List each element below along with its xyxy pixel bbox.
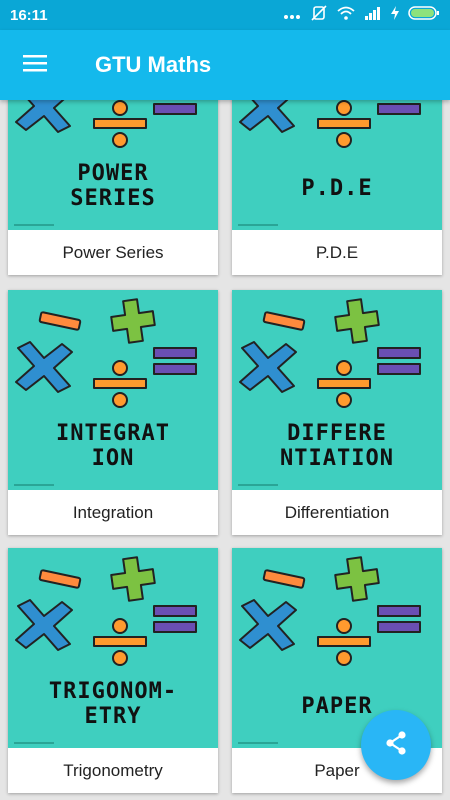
trigonometry-image: TRIGONOM- ETRY bbox=[8, 548, 218, 748]
share-icon bbox=[383, 730, 409, 761]
card-label: Trigonometry bbox=[63, 760, 163, 780]
charging-icon bbox=[391, 6, 399, 24]
pde-image: P.D.E bbox=[232, 100, 442, 230]
card-label: Power Series bbox=[62, 242, 164, 262]
svg-text:TRIGONOM-: TRIGONOM- bbox=[49, 679, 177, 704]
app-bar: GTU Maths bbox=[0, 30, 450, 100]
app-title: GTU Maths bbox=[95, 52, 212, 77]
power-series-image: POWER SERIES bbox=[8, 100, 218, 230]
menu-button[interactable] bbox=[0, 30, 70, 100]
hamburger-menu-icon bbox=[23, 54, 47, 77]
svg-text:NTIATION: NTIATION bbox=[280, 446, 394, 471]
differentiation-image: DIFFERE NTIATION bbox=[232, 290, 442, 490]
signal-icon bbox=[364, 6, 382, 24]
svg-text:P.D.E: P.D.E bbox=[301, 176, 372, 201]
topic-card-integration[interactable]: INTEGRAT ION Integration bbox=[8, 290, 218, 535]
topic-card-differentiation[interactable]: DIFFERE NTIATION Differentiation bbox=[232, 290, 442, 535]
svg-text:ION: ION bbox=[92, 446, 135, 471]
topic-grid: POWER SERIES Power Series P.D.E P.D.E INT… bbox=[0, 100, 450, 800]
topic-card-trigonometry[interactable]: TRIGONOM- ETRY Trigonometry bbox=[8, 548, 218, 793]
status-time: 16:11 bbox=[10, 6, 48, 24]
status-bar: 16:11 bbox=[0, 0, 450, 30]
svg-text:SERIES: SERIES bbox=[70, 186, 155, 211]
mute-icon bbox=[310, 4, 328, 26]
svg-text:PAPER: PAPER bbox=[301, 694, 372, 719]
svg-text:INTEGRAT: INTEGRAT bbox=[56, 421, 170, 446]
integration-image: INTEGRAT ION bbox=[8, 290, 218, 490]
wifi-icon bbox=[337, 6, 355, 24]
share-button[interactable] bbox=[361, 710, 431, 780]
card-label: Integration bbox=[72, 502, 154, 522]
svg-text:ETRY: ETRY bbox=[85, 704, 142, 729]
svg-text:DIFFERE: DIFFERE bbox=[287, 421, 387, 446]
topic-card-pde[interactable]: P.D.E P.D.E bbox=[232, 100, 442, 275]
topic-card-power-series[interactable]: POWER SERIES Power Series bbox=[8, 100, 218, 275]
svg-text:POWER: POWER bbox=[77, 161, 148, 186]
card-label: P.D.E bbox=[315, 242, 359, 262]
dots-icon bbox=[283, 7, 301, 24]
card-label: Differentiation bbox=[284, 502, 390, 522]
battery-icon bbox=[408, 6, 440, 24]
